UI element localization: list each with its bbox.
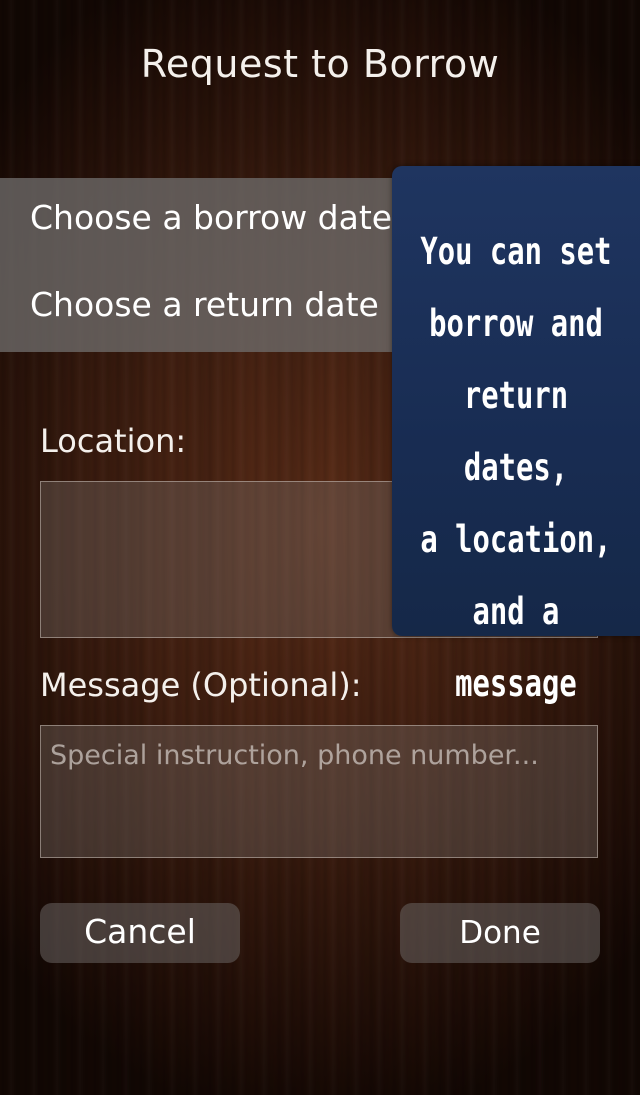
done-button[interactable]: Done	[400, 903, 600, 963]
page-title: Request to Borrow	[140, 42, 500, 86]
borrow-date-picker[interactable]: Choose a borrow date	[30, 198, 392, 237]
location-label: Location:	[40, 422, 187, 460]
message-input[interactable]: Special instruction, phone number...	[40, 725, 598, 858]
tooltip-text: You can set borrow and return dates, a l…	[420, 230, 612, 705]
help-tooltip[interactable]: You can set borrow and return dates, a l…	[392, 166, 640, 705]
message-placeholder: Special instruction, phone number...	[50, 740, 539, 771]
cancel-button[interactable]: Cancel	[40, 903, 240, 963]
message-label: Message (Optional):	[40, 666, 362, 704]
return-date-picker[interactable]: Choose a return date	[30, 285, 379, 324]
